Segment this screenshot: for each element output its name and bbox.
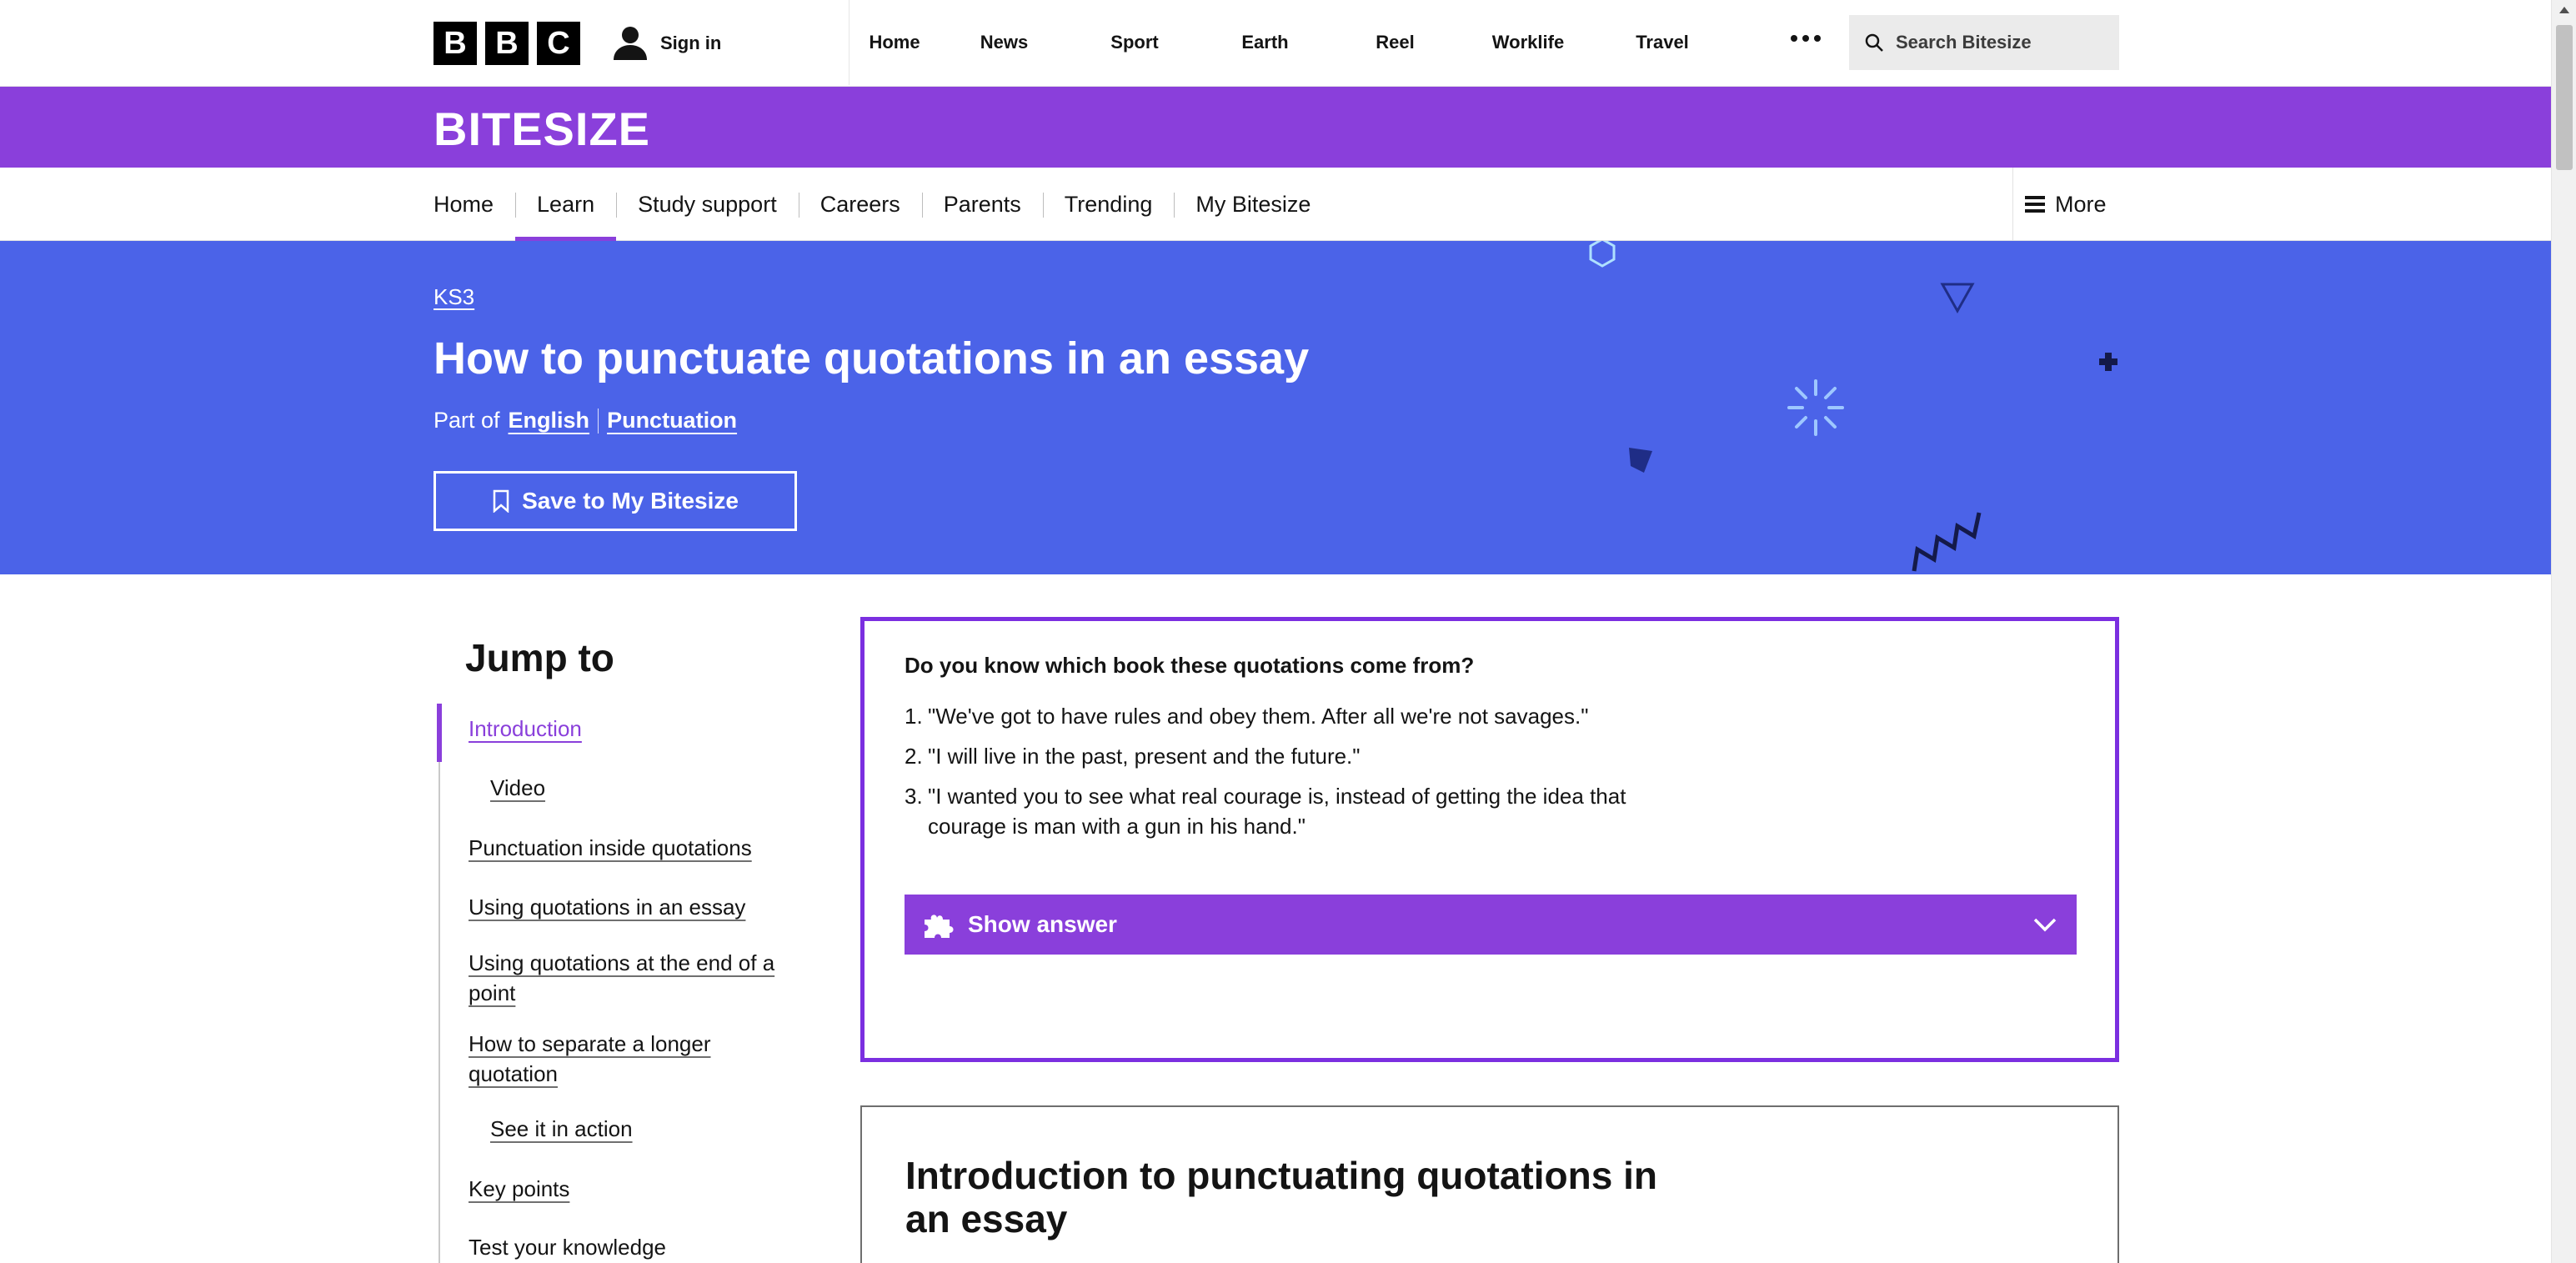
jump-link-quotations-end-of-point-line2[interactable]: point [469, 978, 515, 1008]
bbc-logo[interactable]: B B C [434, 22, 580, 65]
bitesize-nav-my-bitesize[interactable]: My Bitesize [1174, 168, 1332, 241]
part-of-english-link[interactable]: English [509, 408, 590, 434]
jump-to-rail [439, 704, 440, 1263]
jump-link-see-it-in-action[interactable]: See it in action [490, 1114, 633, 1144]
bitesize-nav-trending[interactable]: Trending [1042, 168, 1175, 241]
chevron-down-icon [2033, 918, 2057, 932]
part-of-label: Part of [434, 408, 500, 433]
list-number: 2. [905, 744, 923, 769]
gem-decoration [1629, 448, 1652, 473]
sign-in-label: Sign in [660, 33, 722, 53]
show-answer-button[interactable]: Show answer [905, 895, 2077, 955]
nav-travel[interactable]: Travel [1596, 32, 1729, 53]
jump-link-key-points[interactable]: Key points [469, 1174, 569, 1204]
jump-link-video[interactable]: Video [490, 773, 545, 803]
intro-card: Introduction to punctuating quotations i… [860, 1105, 2119, 1263]
quotation-text: "I wanted you to see what real courage i… [928, 784, 1626, 839]
part-of-punctuation-link[interactable]: Punctuation [607, 408, 737, 434]
quiz-question: Do you know which book these quotations … [905, 653, 1475, 678]
jump-link-separate-longer-quotation-line2[interactable]: quotation [469, 1059, 558, 1089]
bitesize-nav-learn[interactable]: Learn [515, 168, 617, 241]
scroll-up-arrow-icon[interactable] [2559, 7, 2569, 13]
intro-heading: Introduction to punctuating quotations i… [905, 1154, 1657, 1240]
jump-link-test-your-knowledge[interactable]: Test your knowledge [469, 1232, 666, 1262]
list-item: 2. "I will live in the past, present and… [905, 741, 1678, 771]
hamburger-icon [2025, 196, 2045, 213]
search-icon [1865, 33, 1883, 52]
jump-link-using-quotations[interactable]: Using quotations in an essay [469, 892, 745, 922]
ellipsis-icon[interactable] [1791, 35, 1821, 42]
save-button-label: Save to My Bitesize [522, 488, 739, 514]
save-to-my-bitesize-button[interactable]: Save to My Bitesize [434, 471, 797, 531]
hero-banner: KS3 How to punctuate quotations in an es… [0, 241, 2551, 574]
jump-link-separate-longer-quotation[interactable]: How to separate a longer [469, 1029, 711, 1059]
nav-home[interactable]: Home [849, 32, 940, 53]
nav-news[interactable]: News [940, 32, 1069, 53]
sign-in-link[interactable]: Sign in [612, 22, 721, 65]
page-title: How to punctuate quotations in an essay [434, 333, 1310, 383]
global-nav-links: Home News Sport Earth Reel Worklife Trav… [849, 0, 1729, 85]
jump-link-introduction[interactable]: Introduction [469, 714, 582, 744]
vertical-scrollbar[interactable] [2551, 0, 2576, 1263]
list-number: 3. [905, 784, 923, 809]
bbc-logo-letter: C [537, 22, 580, 65]
nav-earth[interactable]: Earth [1200, 32, 1330, 53]
bitesize-nav-parents[interactable]: Parents [921, 168, 1043, 241]
quiz-card: Do you know which book these quotations … [860, 617, 2119, 1062]
list-item: 3. "I wanted you to see what real courag… [905, 781, 1678, 841]
hexagon-decoration [1589, 241, 1616, 268]
triangle-decoration [1940, 283, 1975, 314]
nav-reel[interactable]: Reel [1330, 32, 1461, 53]
bitesize-logo[interactable]: BITESIZE [434, 102, 650, 156]
part-of: Part of English Punctuation [434, 408, 737, 434]
bbc-logo-letter: B [434, 22, 477, 65]
user-icon [614, 27, 647, 60]
jump-link-punctuation-inside-quotations[interactable]: Punctuation inside quotations [469, 833, 752, 863]
nav-sport[interactable]: Sport [1069, 32, 1200, 53]
puzzle-icon [925, 915, 954, 938]
search-placeholder: Search Bitesize [1896, 32, 2032, 53]
bitesize-nav-study-support[interactable]: Study support [616, 168, 799, 241]
search-input[interactable]: Search Bitesize [1849, 15, 2119, 70]
bitesize-nav-home[interactable]: Home [434, 168, 515, 241]
page: B B C Sign in Home News Sport Earth Reel… [0, 0, 2551, 1263]
scrollbar-thumb[interactable] [2556, 25, 2573, 170]
list-number: 1. [905, 704, 923, 729]
list-item: 1. "We've got to have rules and obey the… [905, 701, 1678, 731]
global-nav: B B C Sign in Home News Sport Earth Reel… [0, 0, 2551, 87]
more-menu-button[interactable]: More [2012, 168, 2119, 241]
quotation-text: "I will live in the past, present and th… [928, 744, 1361, 769]
jump-to-heading: Jump to [465, 636, 614, 679]
breadcrumb-ks3[interactable]: KS3 [434, 284, 474, 310]
bitesize-nav-careers[interactable]: Careers [798, 168, 922, 241]
bbc-logo-letter: B [485, 22, 529, 65]
burst-decoration [1787, 379, 1844, 436]
bookmark-icon [493, 489, 509, 513]
bitesize-header: BITESIZE [0, 87, 2551, 168]
nav-worklife[interactable]: Worklife [1461, 32, 1596, 53]
zigzag-decoration [1912, 512, 1982, 572]
show-answer-label: Show answer [968, 911, 1117, 937]
bitesize-nav: Home Learn Study support Careers Parents… [0, 168, 2551, 241]
quotation-list: 1. "We've got to have rules and obey the… [905, 701, 1678, 851]
plus-decoration [2099, 353, 2117, 371]
jump-link-quotations-end-of-point[interactable]: Using quotations at the end of a [469, 948, 774, 978]
quotation-text: "We've got to have rules and obey them. … [928, 704, 1589, 729]
divider [598, 408, 599, 434]
more-label: More [2055, 191, 2107, 217]
jump-to-active-indicator [437, 704, 442, 762]
